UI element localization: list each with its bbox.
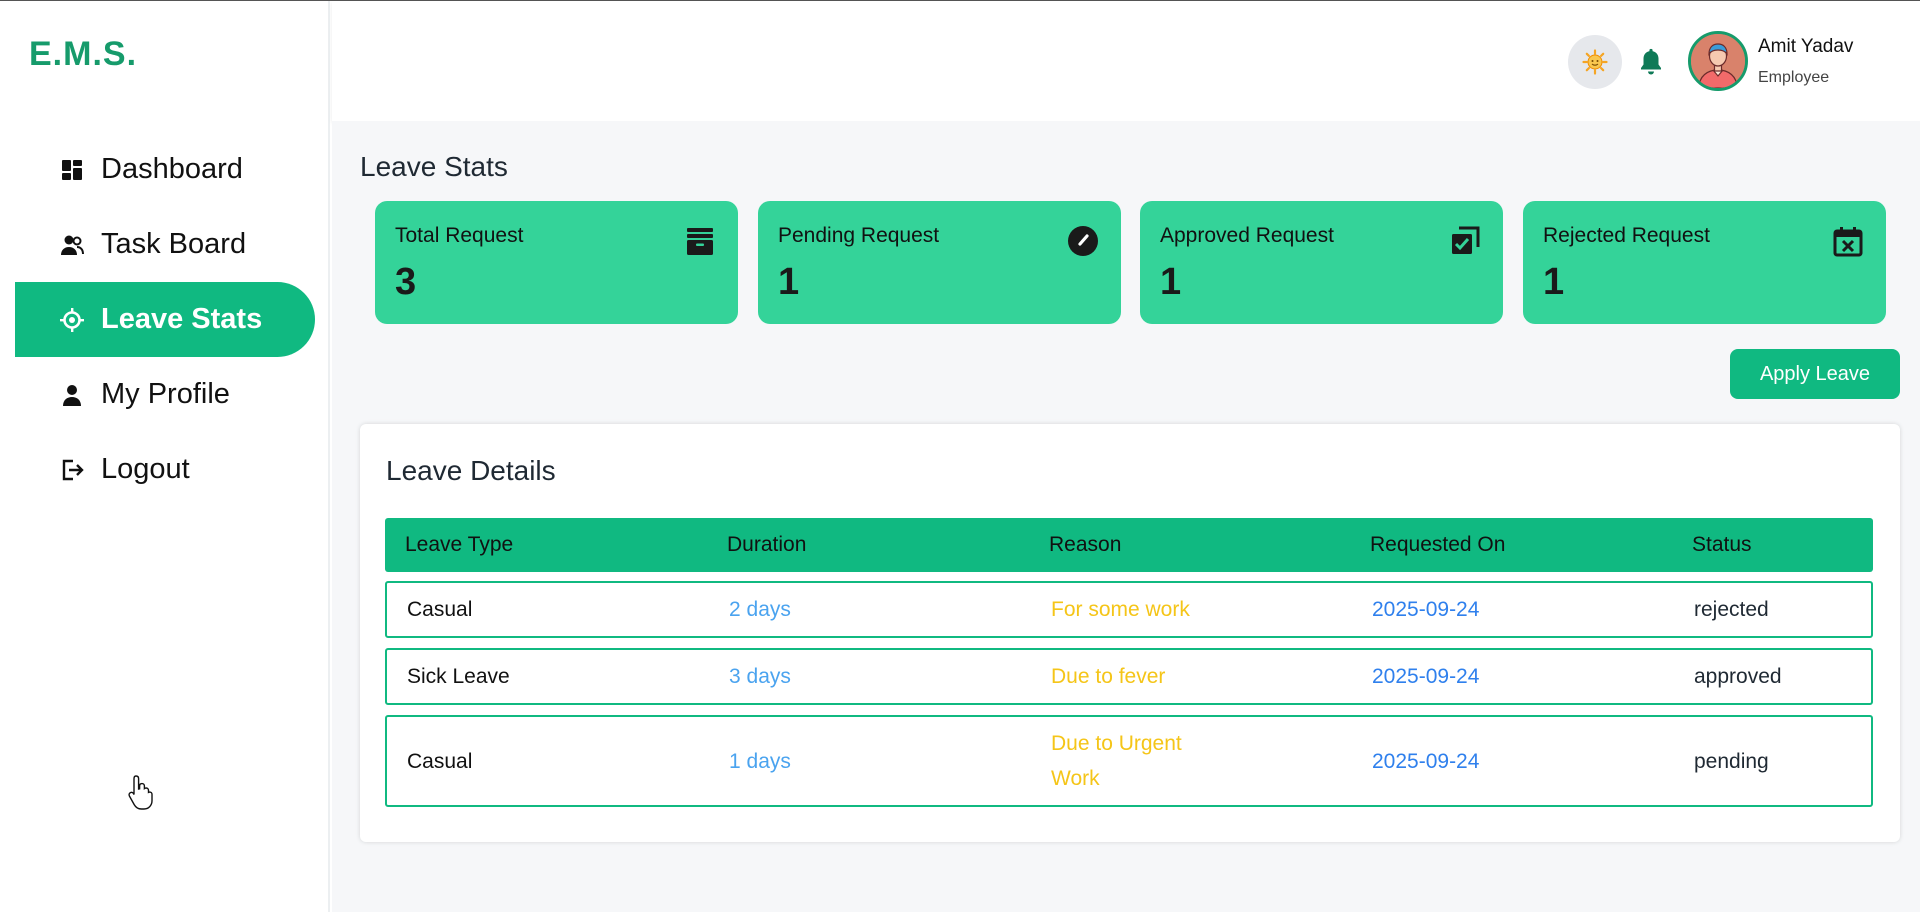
stat-value: 1	[778, 261, 800, 303]
user-role: Employee	[1758, 69, 1830, 86]
column-header-duration[interactable]: Duration	[727, 533, 806, 557]
sun-icon	[1582, 49, 1608, 75]
stat-card-rejected: Rejected Request 1	[1523, 201, 1886, 324]
apply-leave-button[interactable]: Apply Leave	[1730, 349, 1900, 399]
sidebar-item-label: Dashboard	[101, 153, 243, 185]
stat-value: 3	[395, 261, 417, 303]
sidebar-item-leave-stats[interactable]: Leave Stats	[15, 282, 315, 357]
avatar[interactable]	[1688, 31, 1748, 91]
cell-requested-on: 2025-09-24	[1372, 598, 1480, 621]
main-content: Leave Stats Total Request 3 Pending Requ…	[332, 121, 1920, 912]
logout-icon	[62, 459, 84, 480]
cell-reason: Due to fever	[1051, 665, 1166, 688]
hand-cursor-icon	[128, 775, 153, 810]
table-row[interactable]: Casual 1 days Due to Urgent Work 2025-09…	[385, 715, 1873, 807]
cell-status: rejected	[1694, 598, 1769, 621]
cell-reason: For some work	[1051, 598, 1190, 621]
sidebar-item-task-board[interactable]: Task Board	[15, 207, 315, 282]
leave-details-panel: Leave Details Leave Type Duration Reason…	[360, 424, 1900, 842]
stat-label: Pending Request	[778, 224, 940, 247]
sidebar-nav: Dashboard Task Board Leave Stats My Prof…	[15, 132, 315, 507]
page-title: Leave Stats	[360, 151, 508, 182]
stat-label: Rejected Request	[1543, 224, 1710, 247]
sidebar-item-my-profile[interactable]: My Profile	[15, 357, 315, 432]
copy-check-icon	[1452, 226, 1480, 254]
table-row[interactable]: Sick Leave 3 days Due to fever 2025-09-2…	[385, 648, 1873, 705]
column-header-leave-type[interactable]: Leave Type	[405, 533, 513, 557]
gauge-icon	[1068, 226, 1098, 256]
cell-leave-type: Casual	[407, 598, 473, 621]
table-header: Leave Type Duration Reason Requested On …	[385, 518, 1873, 572]
cell-status: pending	[1694, 749, 1769, 773]
archive-icon	[687, 228, 713, 255]
stat-label: Total Request	[395, 224, 524, 247]
cell-status: approved	[1694, 665, 1782, 688]
user-name: Amit Yadav	[1758, 36, 1854, 57]
theme-toggle-button[interactable]	[1568, 35, 1622, 89]
calendar-x-icon	[1833, 227, 1863, 257]
column-header-requested-on[interactable]: Requested On	[1370, 533, 1505, 557]
sidebar-item-dashboard[interactable]: Dashboard	[15, 132, 315, 207]
cell-duration: 2 days	[729, 598, 791, 621]
cell-duration: 3 days	[729, 665, 791, 688]
stat-value: 1	[1543, 261, 1565, 303]
stat-label: Approved Request	[1160, 224, 1334, 247]
table-row[interactable]: Casual 2 days For some work 2025-09-24 r…	[385, 581, 1873, 638]
stat-card-total: Total Request 3	[375, 201, 738, 324]
sidebar-item-label: Leave Stats	[101, 303, 263, 335]
bell-icon[interactable]	[1638, 48, 1664, 76]
sidebar-item-logout[interactable]: Logout	[15, 432, 315, 507]
cell-leave-type: Sick Leave	[407, 665, 510, 688]
dashboard-icon	[62, 159, 82, 180]
top-header: Amit Yadav Employee	[332, 1, 1920, 121]
user-avatar-icon	[1691, 34, 1745, 88]
stat-value: 1	[1160, 261, 1182, 303]
cell-duration: 1 days	[729, 749, 791, 773]
sidebar-item-label: Task Board	[101, 228, 247, 260]
app-logo[interactable]: E.M.S.	[29, 35, 137, 74]
cell-requested-on: 2025-09-24	[1372, 665, 1480, 688]
users-icon	[61, 235, 84, 255]
user-icon	[63, 384, 81, 406]
sidebar-item-label: Logout	[101, 453, 190, 485]
cell-leave-type: Casual	[407, 749, 473, 773]
stat-card-approved: Approved Request 1	[1140, 201, 1503, 324]
panel-title: Leave Details	[386, 455, 556, 486]
sidebar-item-label: My Profile	[101, 378, 230, 410]
sidebar: E.M.S. Dashboard Task Board Leave Stats …	[0, 1, 330, 912]
column-header-reason[interactable]: Reason	[1049, 533, 1229, 557]
column-header-status[interactable]: Status	[1692, 533, 1752, 557]
cell-reason: Due to Urgent Work	[1051, 732, 1182, 790]
stat-card-pending: Pending Request 1	[758, 201, 1121, 324]
cell-requested-on: 2025-09-24	[1372, 749, 1480, 773]
crosshair-icon	[60, 307, 84, 332]
